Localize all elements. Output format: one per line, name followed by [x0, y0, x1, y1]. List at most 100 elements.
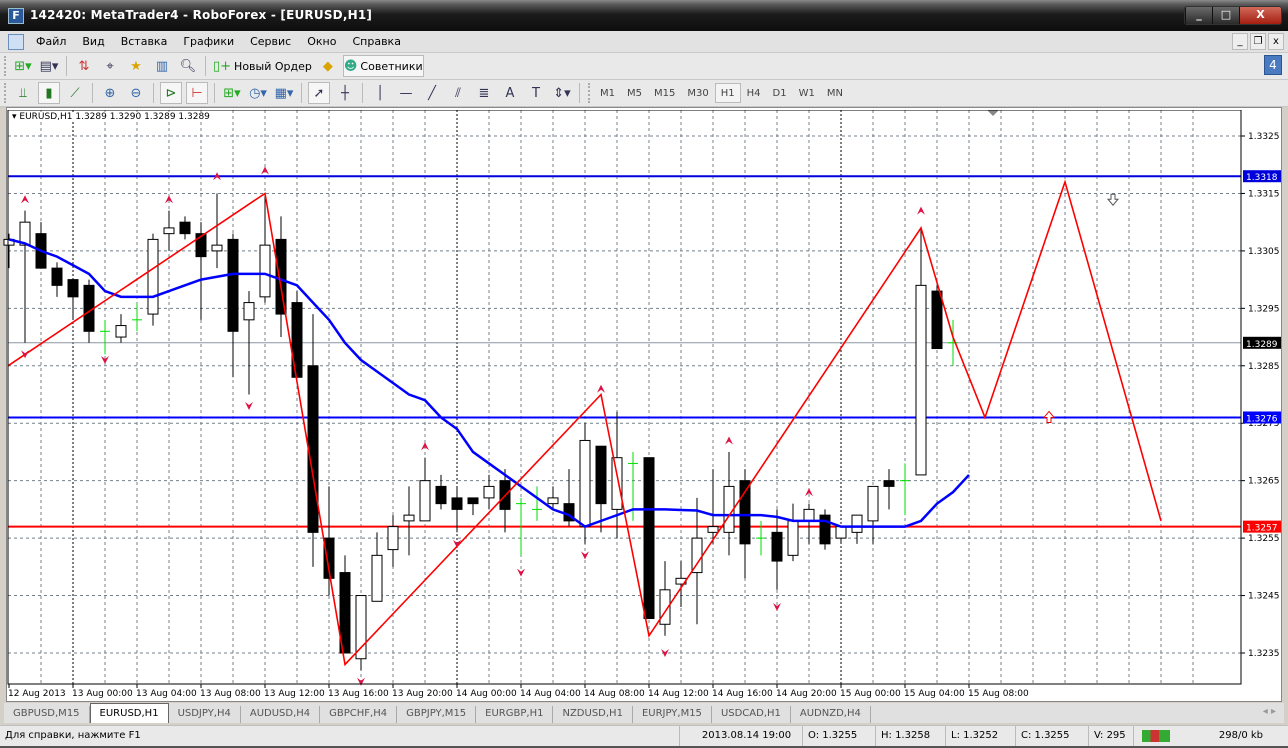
tab-audusd-h4[interactable]: AUDUSD,H4 [241, 706, 321, 723]
data-window-button[interactable]: ⌖ [99, 55, 121, 77]
text-button[interactable]: A [499, 82, 521, 104]
tab-usdjpy-h4[interactable]: USDJPY,H4 [169, 706, 241, 723]
timeframe-m30[interactable]: M30 [681, 83, 714, 103]
trendline-button[interactable]: ╱ [421, 82, 443, 104]
menu-window[interactable]: Окно [299, 35, 344, 48]
menu-view[interactable]: Вид [74, 35, 112, 48]
arrows-button[interactable]: ⇕▾ [551, 82, 573, 104]
bear-candle [67, 279, 79, 298]
line-chart-button[interactable]: ⟋ [64, 82, 86, 104]
toolbar-grip[interactable] [4, 83, 7, 103]
timeframe-m1[interactable]: M1 [594, 83, 621, 103]
tab-nzdusd-h1[interactable]: NZDUSD,H1 [553, 706, 633, 723]
bull-candle [787, 520, 799, 556]
bar-chart-button[interactable]: ⫫ [12, 82, 34, 104]
timeframe-m5[interactable]: M5 [621, 83, 648, 103]
connection-status-icon[interactable] [1142, 730, 1170, 742]
menu-file[interactable]: Файл [28, 35, 74, 48]
text-label-icon: T [532, 85, 540, 101]
maximize-button[interactable]: □ [1212, 7, 1239, 24]
arrows-icon: ⇕▾ [553, 85, 571, 101]
tab-eurjpy-m15[interactable]: EURJPY,M15 [633, 706, 712, 723]
timeframe-d1[interactable]: D1 [767, 83, 793, 103]
price-level-label: 1.3289 [1246, 340, 1278, 350]
candlestick-icon: ▮ [45, 85, 53, 101]
standard-toolbar: ⊞▾ ▤▾ ⇅ ⌖ ★ ▥ 🔍︎ ▯+ Новый Ордер ◆ ☻ Советн… [0, 53, 1288, 80]
mdi-close-button[interactable]: x [1268, 33, 1284, 50]
y-tick-label: 1.3325 [1248, 132, 1280, 142]
toolbar-grip[interactable] [588, 83, 591, 103]
mdi-restore-button[interactable]: ❐ [1250, 33, 1266, 50]
timeframe-w1[interactable]: W1 [793, 83, 821, 103]
bear-candle [451, 497, 463, 510]
fibonacci-button[interactable]: ≣ [473, 82, 495, 104]
warning-button[interactable]: ◆ [317, 55, 339, 77]
bear-candle [595, 445, 607, 505]
tab-eurusd-h1[interactable]: EURUSD,H1 [89, 703, 169, 723]
equidistant-channel-button[interactable]: ⫽ [447, 82, 469, 104]
vertical-line-button[interactable]: │ [369, 82, 391, 104]
bull-candle [707, 526, 719, 533]
new-chart-button[interactable]: ⊞▾ [12, 55, 34, 77]
market-watch-icon: ⇅ [78, 58, 90, 74]
zoom-in-icon: ⊕ [104, 85, 116, 101]
menu-charts[interactable]: Графики [175, 35, 242, 48]
bull-candle [147, 238, 159, 315]
title-bar: F 142420: MetaTrader4 - RoboForex - [EUR… [0, 0, 1288, 31]
minimize-button[interactable]: _ [1185, 7, 1212, 24]
menu-insert[interactable]: Вставка [113, 35, 176, 48]
zoom-in-button[interactable]: ⊕ [99, 82, 121, 104]
chart-shift-button[interactable]: ⊢ [186, 82, 208, 104]
timeframe-mn[interactable]: MN [821, 83, 849, 103]
text-icon: A [505, 85, 515, 101]
tab-audnzd-h4[interactable]: AUDNZD,H4 [791, 706, 871, 723]
zoom-out-button[interactable]: ⊖ [125, 82, 147, 104]
bear-candle [51, 267, 63, 286]
cursor-button[interactable]: ➚ [308, 82, 330, 104]
price-chart[interactable]: 1.33251.33151.33051.32951.32851.32751.32… [0, 110, 1288, 702]
candlestick-button[interactable]: ▮ [38, 82, 60, 104]
bull-candle [419, 480, 431, 522]
terminal-button[interactable]: ▥ [151, 55, 173, 77]
indicators-icon: ⊞▾ [223, 85, 241, 101]
chart-shift-icon: ⊢ [191, 85, 203, 101]
toolbar-grip[interactable] [4, 56, 7, 76]
timeframe-h4[interactable]: H4 [741, 83, 767, 103]
new-order-button[interactable]: ▯+ Новый Ордер [212, 55, 313, 77]
bull-candle [387, 526, 399, 551]
tab-usdcad-h1[interactable]: USDCAD,H1 [712, 706, 791, 723]
x-tick-label: 13 Aug 04:00 [136, 689, 197, 699]
close-button[interactable]: X [1239, 7, 1281, 24]
bull-candle [579, 439, 591, 528]
y-tick-label: 1.3235 [1248, 649, 1280, 659]
terminal-icon: ▥ [155, 58, 169, 74]
expert-advisors-button[interactable]: ☻ Советники [342, 55, 424, 77]
chart-document-icon[interactable] [8, 33, 24, 50]
notifications-badge[interactable]: 4 [1264, 55, 1282, 75]
bull-candle [547, 497, 559, 505]
tab-gbpchf-h4[interactable]: GBPCHF,H4 [320, 706, 398, 723]
status-close: C: 1.3255 [1016, 725, 1089, 747]
indicators-button[interactable]: ⊞▾ [221, 82, 243, 104]
horizontal-line-button[interactable]: — [395, 82, 417, 104]
chart-info-label: ▾ EURUSD,H1 1.3289 1.3290 1.3289 1.3289 [12, 112, 210, 122]
text-label-button[interactable]: T [525, 82, 547, 104]
market-watch-button[interactable]: ⇅ [73, 55, 95, 77]
tab-eurgbp-h1[interactable]: EURGBP,H1 [476, 706, 554, 723]
tab-gbpjpy-m15[interactable]: GBPJPY,M15 [397, 706, 477, 723]
profiles-button[interactable]: ▤▾ [38, 55, 60, 77]
navigator-button[interactable]: ★ [125, 55, 147, 77]
periods-button[interactable]: ◷▾ [247, 82, 269, 104]
timeframe-h1[interactable]: H1 [714, 83, 741, 103]
menu-tools[interactable]: Сервис [242, 35, 299, 48]
menu-help[interactable]: Справка [344, 35, 408, 48]
mdi-minimize-button[interactable]: _ [1232, 33, 1248, 50]
autoscroll-button[interactable]: ⊳ [160, 82, 182, 104]
templates-button[interactable]: ▦▾ [273, 82, 295, 104]
strategy-tester-button[interactable]: 🔍︎ [177, 55, 199, 77]
tab-gbpusd-m15[interactable]: GBPUSD,M15 [4, 706, 90, 723]
crosshair-button[interactable]: ┼ [334, 82, 356, 104]
bear-candle [227, 238, 239, 332]
tab-scroll-arrows[interactable]: ◂ ▸ [1263, 706, 1276, 717]
timeframe-m15[interactable]: M15 [648, 83, 681, 103]
